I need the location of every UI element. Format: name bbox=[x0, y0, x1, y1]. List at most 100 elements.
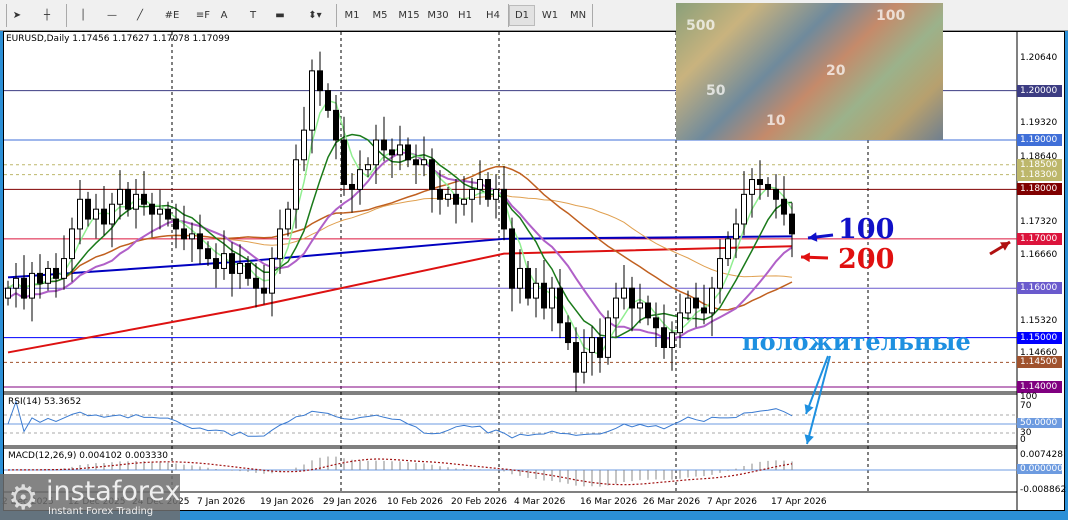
bull-candle-body bbox=[157, 208, 163, 215]
bear-candle-body bbox=[701, 307, 707, 314]
candle bbox=[597, 318, 603, 373]
bear-candle-body bbox=[645, 302, 651, 319]
bear-candle-body bbox=[125, 188, 131, 210]
candle bbox=[141, 171, 147, 216]
candle bbox=[253, 263, 259, 308]
bear-candle-body bbox=[325, 90, 331, 111]
candle bbox=[333, 95, 339, 160]
bear-candle-body bbox=[245, 263, 251, 279]
candle bbox=[117, 170, 123, 220]
candle bbox=[677, 293, 683, 348]
candle bbox=[61, 235, 67, 290]
bull-candle-body bbox=[189, 233, 195, 240]
candle bbox=[517, 249, 523, 304]
bear-candle-body bbox=[437, 188, 443, 200]
rsi-axis-tick: 0 bbox=[1020, 435, 1026, 445]
currency-banknotes-image: 500 100 20 50 10 bbox=[676, 3, 943, 140]
macd-axis-tick: 0.007428 bbox=[1020, 450, 1063, 460]
candle bbox=[541, 260, 547, 320]
bull-candle-body bbox=[637, 302, 643, 309]
gear-logo-icon: ⚙ bbox=[8, 478, 39, 518]
bear-candle-body bbox=[213, 258, 219, 269]
candle bbox=[325, 83, 331, 118]
candle bbox=[637, 283, 643, 324]
date-axis-tick: 26 Mar 2026 bbox=[643, 497, 701, 507]
candle bbox=[645, 295, 651, 326]
price-axis-tick: 1.14660 bbox=[1020, 348, 1058, 359]
candle bbox=[653, 302, 659, 348]
candle bbox=[285, 201, 291, 237]
candle bbox=[533, 267, 539, 318]
candle bbox=[477, 160, 483, 205]
bear-candle-body bbox=[261, 287, 267, 294]
bull-candle-body bbox=[13, 277, 19, 289]
bear-candle-body bbox=[453, 193, 459, 205]
bull-candle-body bbox=[621, 287, 627, 299]
bear-candle-body bbox=[501, 188, 507, 230]
bear-candle-body bbox=[597, 337, 603, 358]
candle bbox=[293, 144, 299, 229]
price-axis-tick: 1.19320 bbox=[1020, 118, 1058, 129]
bear-candle-body bbox=[509, 228, 515, 289]
price-axis-tick: 1.20640 bbox=[1020, 53, 1058, 63]
price-level-label: 1.16000 bbox=[1017, 282, 1062, 295]
bull-candle-body bbox=[517, 267, 523, 289]
annotation-ma100: 100 bbox=[838, 214, 895, 245]
bull-candle-body bbox=[741, 193, 747, 225]
bear-candle-body bbox=[773, 188, 779, 200]
candle bbox=[629, 276, 635, 332]
price-level-label: 1.18300 bbox=[1017, 168, 1062, 181]
symbol-ohlc-header: EURUSD,Daily 1.17456 1.17627 1.17078 1.1… bbox=[6, 34, 230, 44]
bull-candle-body bbox=[709, 287, 715, 314]
bull-candle-body bbox=[397, 144, 403, 156]
bull-candle-body bbox=[469, 188, 475, 200]
price-level-label: 1.20000 bbox=[1017, 84, 1062, 97]
bear-candle-body bbox=[181, 228, 187, 240]
bear-candle-body bbox=[101, 208, 107, 225]
candle bbox=[693, 282, 699, 328]
bear-candle-body bbox=[85, 198, 91, 220]
bull-candle-body bbox=[93, 208, 99, 220]
logo-brand: instaforex bbox=[46, 476, 181, 507]
bear-candle-body bbox=[165, 208, 171, 220]
candle bbox=[573, 327, 579, 392]
bear-candle-body bbox=[53, 267, 59, 279]
banknote-denomination: 100 bbox=[876, 8, 906, 24]
candle bbox=[13, 263, 19, 308]
bull-candle-body bbox=[77, 198, 83, 230]
date-axis-tick: 29 Jan 2026 bbox=[323, 497, 377, 507]
banknote-denomination: 10 bbox=[766, 113, 786, 129]
candle bbox=[85, 191, 91, 227]
ma100-line bbox=[7, 235, 793, 279]
candle bbox=[589, 326, 595, 376]
date-axis-tick: 4 Mar 2026 bbox=[514, 497, 566, 507]
candle bbox=[45, 261, 51, 291]
bear-candle-body bbox=[381, 139, 387, 151]
bear-candle-body bbox=[333, 109, 339, 141]
price-level-label: 1.17000 bbox=[1017, 232, 1062, 245]
bear-candle-body bbox=[149, 203, 155, 215]
bear-candle-body bbox=[413, 159, 419, 166]
candle bbox=[133, 179, 139, 229]
candle bbox=[549, 276, 555, 332]
candle bbox=[501, 166, 507, 241]
candle bbox=[5, 280, 11, 306]
candle bbox=[397, 125, 403, 171]
bull-candle-body bbox=[549, 287, 555, 309]
candle bbox=[621, 264, 627, 310]
candle bbox=[733, 208, 739, 259]
candle bbox=[557, 268, 563, 339]
candle bbox=[605, 310, 611, 365]
candle bbox=[237, 244, 243, 289]
bull-candle-body bbox=[749, 179, 755, 195]
bear-candle-body bbox=[693, 297, 699, 309]
bear-candle-body bbox=[661, 327, 667, 348]
bear-candle-body bbox=[349, 183, 355, 190]
banknote-denomination: 500 bbox=[686, 18, 716, 34]
price-axis-tick: 1.15320 bbox=[1020, 315, 1058, 326]
bear-candle-body bbox=[525, 267, 531, 299]
bear-candle-body bbox=[629, 287, 635, 309]
bull-candle-body bbox=[221, 253, 227, 269]
date-axis-tick: 20 Feb 2026 bbox=[451, 497, 508, 507]
date-axis-tick: 7 Jan 2026 bbox=[197, 497, 246, 507]
